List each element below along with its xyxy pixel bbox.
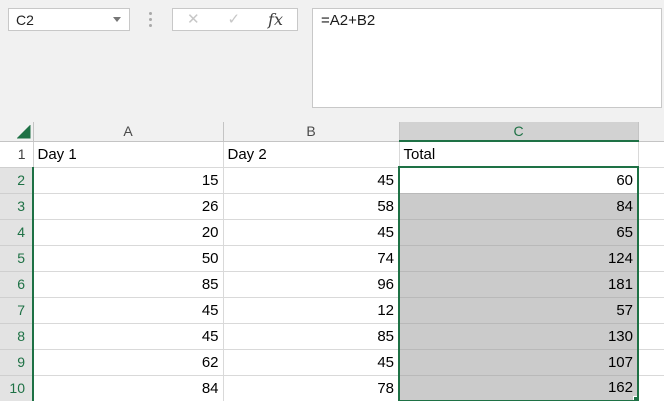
row-header-10[interactable]: 10	[0, 374, 34, 402]
sheet-row: 2 15 45 60	[0, 166, 664, 194]
cell-A1[interactable]: Day 1	[32, 140, 224, 168]
sheet-row: 1 Day 1 Day 2 Total	[0, 140, 664, 168]
formula-button-group: ✕ ✓ fx	[172, 8, 298, 31]
sheet-row: 6 85 96 181	[0, 270, 664, 298]
enter-icon[interactable]: ✓	[228, 12, 241, 27]
cell-A2[interactable]: 15	[32, 166, 224, 194]
column-header-c[interactable]: C	[398, 122, 639, 142]
cell-A10[interactable]: 84	[32, 374, 224, 402]
row-header-5[interactable]: 5	[0, 244, 34, 272]
name-box-dropdown-icon[interactable]	[113, 17, 121, 22]
column-header-a[interactable]: A	[32, 122, 224, 142]
cell-C9[interactable]: 107	[398, 348, 639, 376]
column-header-row: A B C	[0, 122, 664, 142]
row-header-1[interactable]: 1	[0, 140, 34, 168]
sheet-row: 4 20 45 65	[0, 218, 664, 246]
row-header-7[interactable]: 7	[0, 296, 34, 324]
cell-B7[interactable]: 12	[222, 296, 400, 324]
column-header-b[interactable]: B	[222, 122, 400, 142]
row-header-8[interactable]: 8	[0, 322, 34, 350]
cell-D6[interactable]	[637, 270, 664, 298]
row-header-2[interactable]: 2	[0, 166, 34, 194]
cell-A5[interactable]: 50	[32, 244, 224, 272]
cell-A9[interactable]: 62	[32, 348, 224, 376]
sheet-rows: 1 Day 1 Day 2 Total 2 15 45 60 3 26 58 84 4 20 45 65 5 50…	[0, 140, 664, 402]
row-header-3[interactable]: 3	[0, 192, 34, 220]
column-header-partial[interactable]	[637, 122, 664, 142]
cell-B9[interactable]: 45	[222, 348, 400, 376]
cell-A7[interactable]: 45	[32, 296, 224, 324]
sheet-row: 7 45 12 57	[0, 296, 664, 324]
formula-bar[interactable]: =A2+B2	[312, 8, 662, 108]
cell-A8[interactable]: 45	[32, 322, 224, 350]
cell-D3[interactable]	[637, 192, 664, 220]
cell-C6[interactable]: 181	[398, 270, 639, 298]
spreadsheet-grid: A B C 1 Day 1 Day 2 Total 2 15 45 60 3 26 58 84 4 20 4…	[0, 122, 664, 402]
name-box-value: C2	[16, 11, 34, 28]
cell-D9[interactable]	[637, 348, 664, 376]
cell-C10[interactable]: 162	[398, 374, 639, 402]
cell-D1[interactable]	[637, 140, 664, 168]
cell-B3[interactable]: 58	[222, 192, 400, 220]
cell-C1[interactable]: Total	[398, 140, 639, 168]
spreadsheet-window: C2 ✕ ✓ fx =A2+B2 A B C 1 Day 1 Day 2 Tot…	[0, 0, 664, 404]
sheet-row: 3 26 58 84	[0, 192, 664, 220]
cell-B10[interactable]: 78	[222, 374, 400, 402]
formula-bar-drag-handle-icon[interactable]	[149, 12, 152, 27]
cell-D10[interactable]	[637, 374, 664, 402]
row-header-9[interactable]: 9	[0, 348, 34, 376]
cell-C7[interactable]: 57	[398, 296, 639, 324]
cell-C5[interactable]: 124	[398, 244, 639, 272]
sheet-row: 5 50 74 124	[0, 244, 664, 272]
name-box[interactable]: C2	[8, 8, 130, 31]
cell-D4[interactable]	[637, 218, 664, 246]
cell-A4[interactable]: 20	[32, 218, 224, 246]
cell-D8[interactable]	[637, 322, 664, 350]
cell-D7[interactable]	[637, 296, 664, 324]
sheet-table: A B C 1 Day 1 Day 2 Total 2 15 45 60 3 26 58 84 4 20 4…	[0, 122, 664, 402]
cell-B8[interactable]: 85	[222, 322, 400, 350]
cell-D2[interactable]	[637, 166, 664, 194]
sheet-row: 9 62 45 107	[0, 348, 664, 376]
cell-B1[interactable]: Day 2	[222, 140, 400, 168]
cell-C8[interactable]: 130	[398, 322, 639, 350]
cell-B4[interactable]: 45	[222, 218, 400, 246]
cell-D5[interactable]	[637, 244, 664, 272]
cell-C2[interactable]: 60	[398, 166, 639, 194]
formula-text: =A2+B2	[321, 12, 376, 29]
cell-B6[interactable]: 96	[222, 270, 400, 298]
select-all-triangle-icon	[16, 124, 31, 139]
cell-C3[interactable]: 84	[398, 192, 639, 220]
cancel-icon[interactable]: ✕	[187, 12, 200, 27]
insert-function-icon[interactable]: fx	[268, 11, 283, 28]
cell-A6[interactable]: 85	[32, 270, 224, 298]
sheet-row: 10 84 78 162	[0, 374, 664, 402]
row-header-6[interactable]: 6	[0, 270, 34, 298]
sheet-row: 8 45 85 130	[0, 322, 664, 350]
select-all-button[interactable]	[0, 122, 34, 142]
cell-C4[interactable]: 65	[398, 218, 639, 246]
row-header-4[interactable]: 4	[0, 218, 34, 246]
cell-B5[interactable]: 74	[222, 244, 400, 272]
cell-B2[interactable]: 45	[222, 166, 400, 194]
cell-A3[interactable]: 26	[32, 192, 224, 220]
